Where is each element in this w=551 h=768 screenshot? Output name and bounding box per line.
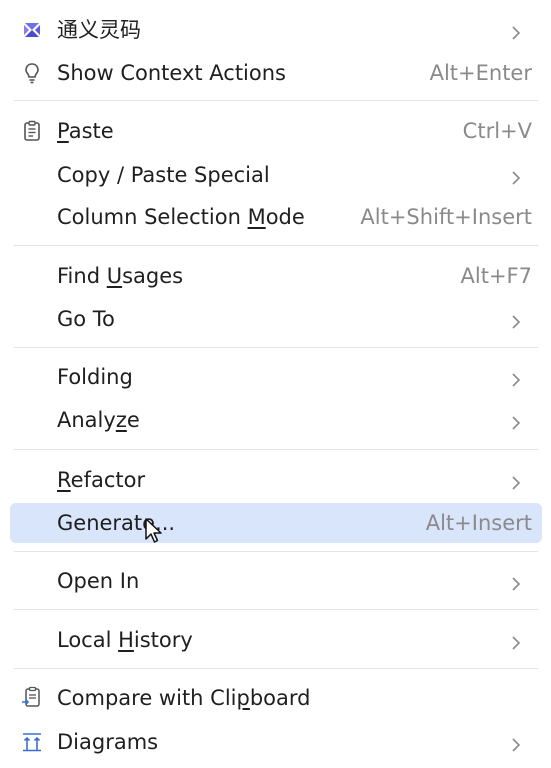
menu-item-open-in[interactable]: Open In xyxy=(10,561,542,601)
separator xyxy=(14,668,538,669)
menu-item-go-to[interactable]: Go To xyxy=(10,299,542,339)
chevron-right-icon xyxy=(508,632,524,650)
chevron-right-icon xyxy=(508,412,524,430)
diagram-icon xyxy=(20,730,44,754)
menu-item-folding[interactable]: Folding xyxy=(10,357,542,397)
menu-item-copy-paste-special[interactable]: Copy / Paste Special xyxy=(10,155,542,195)
menu-item-tongyi-lingma[interactable]: 通义灵码 xyxy=(10,10,542,50)
shortcut-label: Alt+F7 xyxy=(460,264,532,288)
chevron-right-icon xyxy=(508,22,524,40)
separator xyxy=(14,551,538,552)
menu-item-label: Refactor xyxy=(57,468,146,492)
menu-item-analyze[interactable]: Analyze xyxy=(10,400,542,440)
separator xyxy=(14,100,538,101)
menu-item-label: Local History xyxy=(57,628,193,652)
mnemonic: R xyxy=(57,468,71,492)
menu-item-label: Analyze xyxy=(57,408,140,432)
menu-item-label: Paste xyxy=(57,119,114,143)
separator xyxy=(14,347,538,348)
chevron-right-icon xyxy=(508,167,524,185)
chevron-right-icon xyxy=(508,472,524,490)
menu-item-label: Show Context Actions xyxy=(57,61,286,85)
menu-item-label: Find Usages xyxy=(57,264,184,288)
menu-item-find-usages[interactable]: Find Usages Alt+F7 xyxy=(10,256,542,296)
shortcut-label: Alt+Shift+Insert xyxy=(360,205,532,229)
chevron-right-icon xyxy=(508,734,524,752)
shortcut-label: Alt+Insert xyxy=(425,511,532,535)
menu-item-label: Copy / Paste Special xyxy=(57,163,270,187)
separator xyxy=(14,609,538,610)
clipboard-icon xyxy=(20,119,44,143)
menu-item-label: Diagrams xyxy=(57,730,159,754)
chevron-right-icon xyxy=(508,573,524,591)
bulb-icon xyxy=(20,61,44,85)
menu-item-label: Folding xyxy=(57,365,133,389)
menu-item-local-history[interactable]: Local History xyxy=(10,620,542,660)
separator xyxy=(14,245,538,246)
menu-item-label: Compare with Clipboard xyxy=(57,686,311,710)
shortcut-label: Alt+Enter xyxy=(429,61,532,85)
tongyi-icon xyxy=(20,18,44,42)
mouse-cursor-icon xyxy=(144,517,164,545)
menu-item-column-selection-mode[interactable]: Column Selection Mode Alt+Shift+Insert xyxy=(10,197,542,237)
menu-item-diagrams[interactable]: Diagrams xyxy=(10,722,542,762)
compare-clipboard-icon xyxy=(20,686,44,710)
context-menu: 通义灵码 Show Context Actions Alt+Enter Past… xyxy=(0,0,551,768)
mnemonic: H xyxy=(118,628,134,652)
menu-item-compare-with-clipboard[interactable]: Compare with Clipboard xyxy=(10,678,542,718)
mnemonic: U xyxy=(106,264,123,288)
menu-item-refactor[interactable]: Refactor xyxy=(10,460,542,500)
mnemonic: p xyxy=(236,686,250,710)
menu-item-label: Column Selection Mode xyxy=(57,205,305,229)
separator xyxy=(14,449,538,450)
mnemonic: P xyxy=(57,119,69,143)
menu-item-paste[interactable]: Paste Ctrl+V xyxy=(10,111,542,151)
menu-item-generate[interactable]: Generate... Alt+Insert xyxy=(10,503,542,543)
menu-item-label: 通义灵码 xyxy=(57,18,141,42)
menu-item-label: Open In xyxy=(57,569,140,593)
menu-item-label: Go To xyxy=(57,307,115,331)
mnemonic: M xyxy=(247,205,266,229)
chevron-right-icon xyxy=(508,311,524,329)
shortcut-label: Ctrl+V xyxy=(462,119,532,143)
chevron-right-icon xyxy=(508,369,524,387)
menu-item-show-context-actions[interactable]: Show Context Actions Alt+Enter xyxy=(10,53,542,93)
mnemonic: z xyxy=(115,408,127,432)
